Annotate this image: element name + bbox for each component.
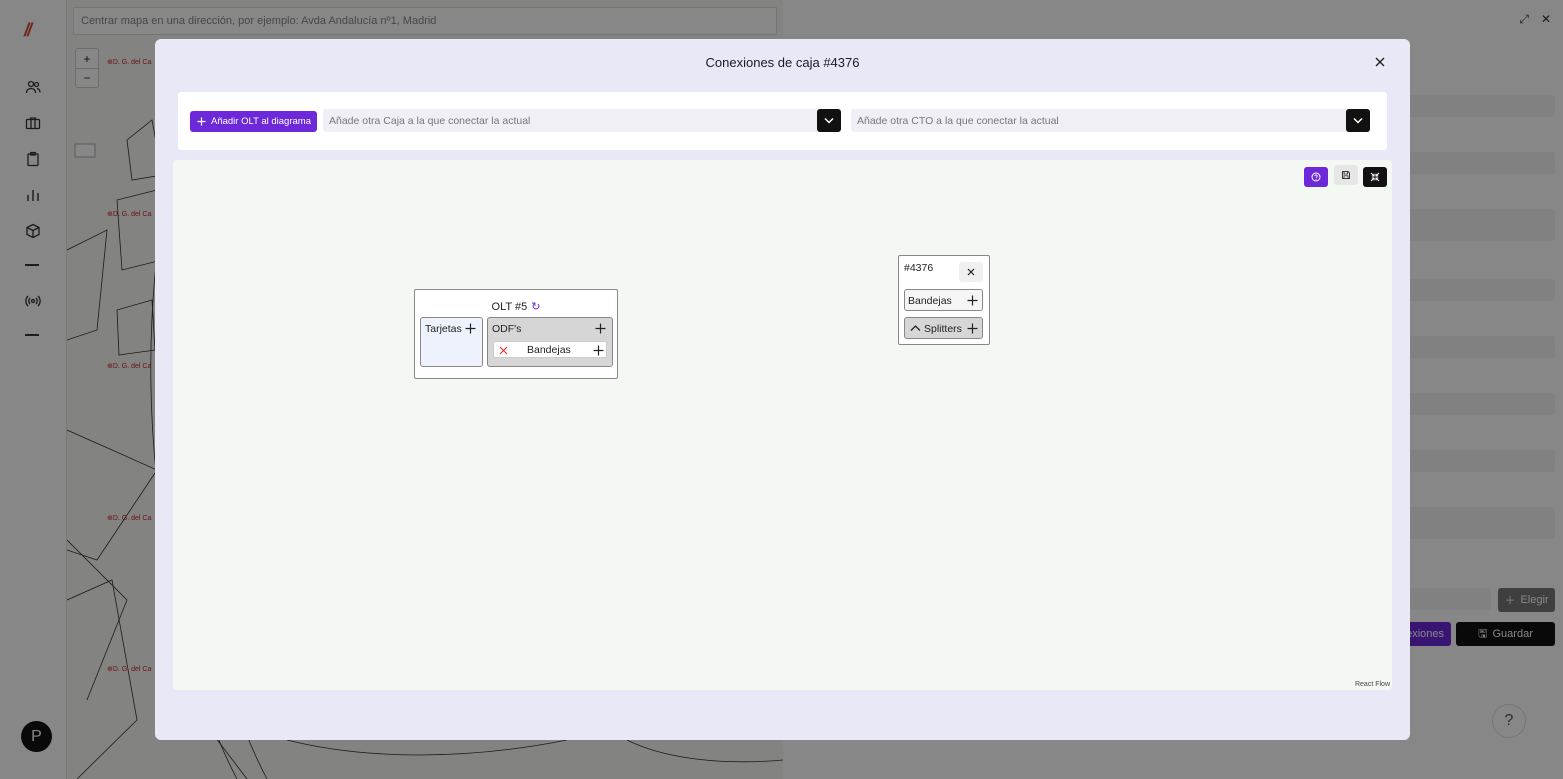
modal-title: Conexiones de caja #4376 bbox=[705, 55, 860, 70]
connections-modal: Conexiones de caja #4376 Añadir OLT al d… bbox=[155, 39, 1410, 740]
add-odf-button[interactable] bbox=[593, 321, 607, 335]
box-splitters-label: Splitters bbox=[924, 323, 962, 335]
plus-icon bbox=[197, 117, 206, 126]
caja-select[interactable]: Añade otra Caja a la que conectar la act… bbox=[323, 109, 841, 132]
close-icon bbox=[967, 268, 975, 276]
chevron-down-icon bbox=[824, 117, 834, 124]
olt-node-title: OLT #5 ↻ bbox=[415, 300, 617, 313]
plus-icon bbox=[967, 295, 977, 305]
add-splitter-button[interactable] bbox=[965, 321, 979, 335]
add-olt-button[interactable]: Añadir OLT al diagrama bbox=[190, 111, 317, 132]
odfs-label: ODF's bbox=[492, 323, 522, 335]
odf-bandejas-row[interactable]: Bandejas bbox=[493, 341, 607, 358]
add-box-bandeja-button[interactable] bbox=[965, 293, 979, 307]
cto-dropdown-button[interactable] bbox=[1346, 109, 1370, 132]
save-diagram-button[interactable] bbox=[1334, 165, 1358, 185]
add-olt-label: Añadir OLT al diagrama bbox=[211, 116, 311, 127]
collapse-icon bbox=[1370, 172, 1380, 182]
box-bandejas-row[interactable]: Bandejas bbox=[904, 289, 983, 311]
olt-title-text: OLT #5 bbox=[491, 301, 528, 313]
caja-dropdown-button[interactable] bbox=[817, 109, 841, 132]
box-bandejas-label: Bandejas bbox=[908, 295, 952, 307]
refresh-icon[interactable]: ↻ bbox=[531, 301, 540, 313]
modal-toolbar: Añadir OLT al diagrama Añade otra Caja a… bbox=[178, 92, 1387, 150]
save-icon bbox=[1342, 171, 1350, 179]
remove-box-button[interactable] bbox=[959, 262, 983, 282]
odf-bandejas-label: Bandejas bbox=[527, 344, 571, 356]
plus-icon bbox=[465, 323, 475, 333]
add-bandeja-button[interactable] bbox=[591, 343, 605, 357]
box-node[interactable]: #4376 Bandejas Splitters bbox=[898, 255, 990, 345]
box-node-title: #4376 bbox=[904, 262, 934, 274]
close-icon bbox=[499, 346, 507, 354]
help-diagram-button[interactable] bbox=[1304, 167, 1328, 187]
modal-close-button[interactable] bbox=[1372, 54, 1388, 70]
box-splitters-row[interactable]: Splitters bbox=[904, 317, 983, 339]
plus-icon bbox=[595, 323, 605, 333]
remove-bandeja-button[interactable] bbox=[496, 343, 510, 357]
add-tarjeta-button[interactable] bbox=[463, 321, 477, 335]
cto-select-placeholder: Añade otra CTO a la que conectar la actu… bbox=[857, 114, 1059, 127]
olt-node[interactable]: OLT #5 ↻ Tarjetas ODF's Bandejas bbox=[414, 289, 618, 379]
chevron-down-icon bbox=[1353, 117, 1363, 124]
fullscreen-exit-button[interactable] bbox=[1363, 167, 1387, 187]
chevron-up-icon bbox=[910, 325, 920, 331]
react-flow-attribution[interactable]: React Flow bbox=[1355, 681, 1390, 688]
collapse-splitters-button[interactable] bbox=[908, 321, 922, 335]
caja-select-placeholder: Añade otra Caja a la que conectar la act… bbox=[329, 114, 531, 127]
tarjetas-label: Tarjetas bbox=[425, 323, 462, 335]
plus-icon bbox=[593, 345, 603, 355]
close-icon bbox=[1375, 57, 1385, 67]
question-circle-icon bbox=[1311, 172, 1321, 182]
tarjetas-group[interactable]: Tarjetas bbox=[420, 317, 483, 367]
diagram-canvas[interactable]: OLT #5 ↻ Tarjetas ODF's Bandejas #4376 B… bbox=[173, 160, 1392, 690]
plus-icon bbox=[967, 323, 977, 333]
cto-select[interactable]: Añade otra CTO a la que conectar la actu… bbox=[851, 109, 1370, 132]
odfs-group[interactable]: ODF's Bandejas bbox=[487, 317, 613, 367]
